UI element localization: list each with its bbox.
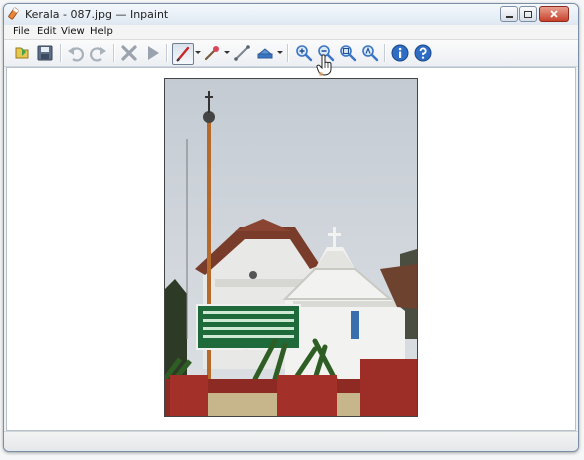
title-bar: Kerala - 087.jpg — Inpaint: [4, 4, 578, 25]
menu-view[interactable]: View: [61, 26, 85, 38]
run-button[interactable]: [144, 44, 162, 62]
marker-icon: [176, 46, 190, 62]
info-button[interactable]: [391, 44, 409, 62]
hand-cursor-icon: [316, 54, 332, 76]
toolbar-separator: [166, 44, 168, 62]
stamp-tool-button[interactable]: [256, 44, 274, 62]
photo-image: [165, 79, 417, 416]
minimize-icon: [505, 15, 513, 18]
magic-wand-icon: [204, 46, 219, 61]
undo-icon: [68, 47, 84, 62]
zoom-actual-button[interactable]: [361, 44, 379, 62]
menu-file[interactable]: File: [13, 26, 30, 38]
toolbar: [4, 40, 578, 67]
menu-edit[interactable]: Edit: [37, 26, 56, 38]
chevron-down-icon[interactable]: [195, 51, 201, 54]
minimize-button[interactable]: [500, 6, 518, 22]
redo-icon: [90, 47, 106, 62]
zoom-in-button[interactable]: [295, 44, 313, 62]
zoom-fit-button[interactable]: [339, 44, 357, 62]
toolbar-separator: [384, 44, 386, 62]
close-button[interactable]: [539, 6, 569, 22]
erase-button[interactable]: [120, 44, 138, 62]
toolbar-separator: [287, 44, 289, 62]
play-icon: [148, 46, 159, 60]
maximize-button[interactable]: [519, 6, 537, 22]
zoom-fit-icon: [340, 45, 357, 62]
app-window: Kerala - 087.jpg — Inpaint File Edit Vie…: [3, 3, 579, 452]
menu-help[interactable]: Help: [90, 26, 113, 38]
x-icon: [121, 45, 137, 61]
line-icon: [234, 45, 250, 61]
church-photo[interactable]: [164, 78, 418, 417]
undo-button[interactable]: [67, 44, 85, 62]
restore-icon: [524, 10, 532, 18]
zoom-actual-icon: [362, 45, 379, 62]
open-button[interactable]: [14, 44, 32, 62]
toolbar-separator: [60, 44, 62, 62]
save-button[interactable]: [36, 44, 54, 62]
open-folder-icon: [15, 47, 29, 59]
line-tool-button[interactable]: [233, 44, 251, 62]
info-icon: [391, 44, 409, 62]
magic-wand-button[interactable]: [203, 44, 221, 62]
zoom-in-icon: [296, 45, 313, 62]
help-icon: [414, 44, 432, 62]
help-button[interactable]: [414, 44, 432, 62]
app-icon: [8, 7, 19, 20]
marker-tool-button[interactable]: [172, 43, 194, 65]
image-canvas[interactable]: [6, 67, 576, 431]
redo-button[interactable]: [89, 44, 107, 62]
close-icon: [550, 10, 558, 18]
menu-bar: File Edit View Help: [4, 25, 578, 40]
chevron-down-icon[interactable]: [277, 51, 283, 54]
stamp-icon: [257, 48, 273, 59]
chevron-down-icon[interactable]: [224, 51, 230, 54]
window-title: Kerala - 087.jpg — Inpaint: [25, 8, 169, 21]
toolbar-separator: [113, 44, 115, 62]
status-bar: [4, 431, 578, 451]
save-icon: [37, 45, 53, 61]
